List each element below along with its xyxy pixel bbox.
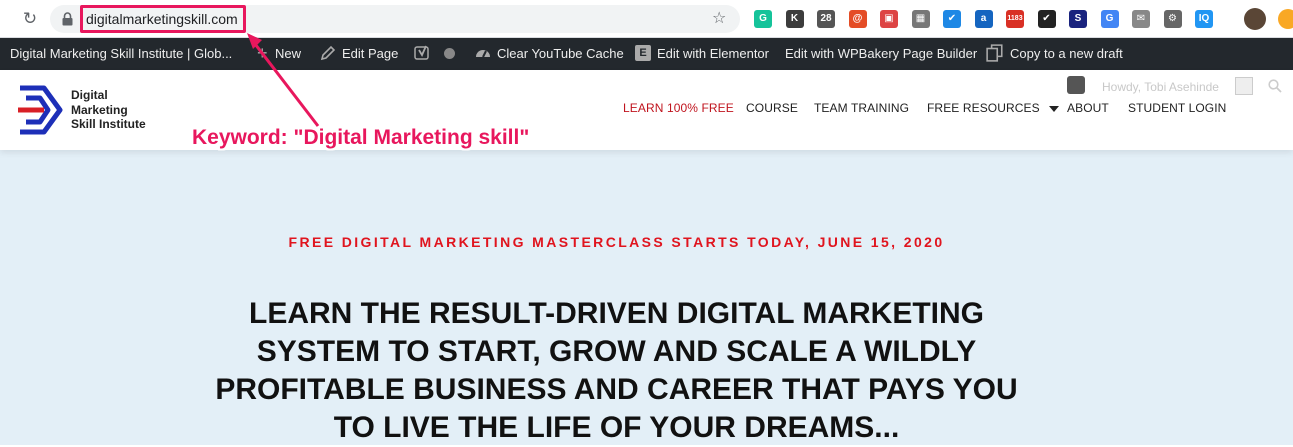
iq-extension-icon[interactable]: IQ xyxy=(1195,10,1213,28)
user-avatar-icon[interactable] xyxy=(1235,77,1253,95)
bookmark-star-icon[interactable]: ☆ xyxy=(712,8,726,28)
adminbar-copy-draft[interactable]: Copy to a new draft xyxy=(986,38,1123,70)
logo-line-2: Marketing xyxy=(71,102,128,117)
gmail-extension-icon[interactable]: 1183 xyxy=(1006,10,1024,28)
s-extension-icon[interactable]: S xyxy=(1069,10,1087,28)
wp-admin-bar: Digital Marketing Skill Institute | Glob… xyxy=(0,38,1293,70)
hero-section: FREE DIGITAL MARKETING MASTERCLASS START… xyxy=(0,150,1293,445)
browser-toolbar: ↻ digitalmarketingskill.com ☆ G K 28 @ ▣ ▦ ✔ a 1… xyxy=(0,0,1293,38)
hero-title-line-1: LEARN THE RESULT-DRIVEN DIGITAL MARKETIN… xyxy=(249,297,984,330)
yoast-icon xyxy=(414,45,429,60)
gauge-icon xyxy=(476,50,490,58)
adminbar-copy-draft-label: Copy to a new draft xyxy=(1010,46,1123,61)
profile-avatar[interactable] xyxy=(1244,8,1266,30)
calendar-extension-icon[interactable]: 28 xyxy=(817,10,835,28)
hero-title-line-2: SYSTEM TO START, GROW AND SCALE A WILDLY xyxy=(256,335,977,368)
adminbar-site-name-label: Digital Marketing Skill Institute | Glob… xyxy=(10,46,233,61)
logo-line-3: Skill Institute xyxy=(71,117,146,131)
nav-course[interactable]: COURSE xyxy=(746,101,798,115)
adminbar-edit-page-label: Edit Page xyxy=(342,46,399,61)
copy-icon xyxy=(986,44,1003,62)
spiral-extension-icon[interactable]: @ xyxy=(848,10,867,28)
adminbar-new-label: New xyxy=(275,46,302,61)
search-icon[interactable] xyxy=(1268,79,1282,93)
elementor-icon: E xyxy=(635,45,651,62)
extension-orange-icon[interactable] xyxy=(1278,9,1293,29)
keyword-annotation: Keyword: "Digital Marketing skill" xyxy=(192,126,530,149)
pencil-icon xyxy=(320,45,336,61)
nav-free-resources-label: FREE RESOURCES xyxy=(927,101,1040,115)
window-extension-icon[interactable]: ▣ xyxy=(880,10,898,28)
adminbar-clear-cache[interactable]: Clear YouTube Cache xyxy=(475,38,624,70)
grammarly-icon[interactable]: G xyxy=(754,10,772,28)
nav-team-training[interactable]: TEAM TRAINING xyxy=(814,101,909,115)
seo-status-dot-icon xyxy=(444,47,455,59)
nav-free-resources[interactable]: FREE RESOURCES xyxy=(927,101,1059,115)
screenshot-extension-icon[interactable]: ▦ xyxy=(911,10,930,28)
adminbar-wpbakery[interactable]: Edit with WPBakery Page Builder xyxy=(785,38,977,70)
adminbar-elementor-label: Edit with Elementor xyxy=(657,46,769,61)
logo-text[interactable]: Digital Marketing Skill Institute xyxy=(71,88,161,132)
adminbar-clear-cache-label: Clear YouTube Cache xyxy=(497,46,624,61)
a-extension-icon[interactable]: a xyxy=(974,10,993,28)
gear-extension-icon[interactable]: ⚙ xyxy=(1163,10,1182,28)
checkbox-extension-icon[interactable]: ✔ xyxy=(1037,10,1056,28)
hero-kicker: FREE DIGITAL MARKETING MASTERCLASS START… xyxy=(288,234,945,250)
chevron-down-icon xyxy=(1048,105,1059,112)
reload-icon[interactable]: ↻ xyxy=(20,9,40,29)
check-blue-extension-icon[interactable]: ✔ xyxy=(943,10,961,28)
hero-title-line-3: PROFITABLE BUSINESS AND CAREER THAT PAYS… xyxy=(215,373,1018,406)
comment-icon[interactable] xyxy=(1067,76,1085,94)
logo-chevron-icon[interactable] xyxy=(16,84,64,136)
howdy-user[interactable]: Howdy, Tobi Asehinde xyxy=(1102,80,1219,94)
adminbar-edit-page[interactable]: Edit Page xyxy=(320,38,398,70)
lock-icon xyxy=(62,12,73,26)
hero-title-line-4: TO LIVE THE LIFE OF YOUR DREAMS... xyxy=(333,411,900,444)
nav-about[interactable]: ABOUT xyxy=(1067,101,1109,115)
adminbar-elementor[interactable]: E Edit with Elementor xyxy=(635,38,769,70)
url-highlight-box xyxy=(80,5,246,33)
adminbar-site-name[interactable]: Digital Marketing Skill Institute | Glob… xyxy=(10,38,232,70)
k-extension-icon[interactable]: K xyxy=(785,10,804,28)
nav-student-login[interactable]: STUDENT LOGIN xyxy=(1128,101,1226,115)
adminbar-seo-status[interactable] xyxy=(444,38,455,70)
adminbar-wpbakery-label: Edit with WPBakery Page Builder xyxy=(785,46,978,61)
hero-title: LEARN THE RESULT-DRIVEN DIGITAL MARKETIN… xyxy=(160,295,1073,447)
google-extension-icon[interactable]: G xyxy=(1100,10,1119,28)
adminbar-new[interactable]: + New xyxy=(257,38,301,70)
plus-icon: + xyxy=(257,43,268,64)
logo-line-1: Digital xyxy=(71,88,108,102)
adminbar-yoast[interactable] xyxy=(414,38,436,70)
nav-learn-free[interactable]: LEARN 100% FREE xyxy=(623,101,734,115)
mail-extension-icon[interactable]: ✉ xyxy=(1132,10,1150,28)
